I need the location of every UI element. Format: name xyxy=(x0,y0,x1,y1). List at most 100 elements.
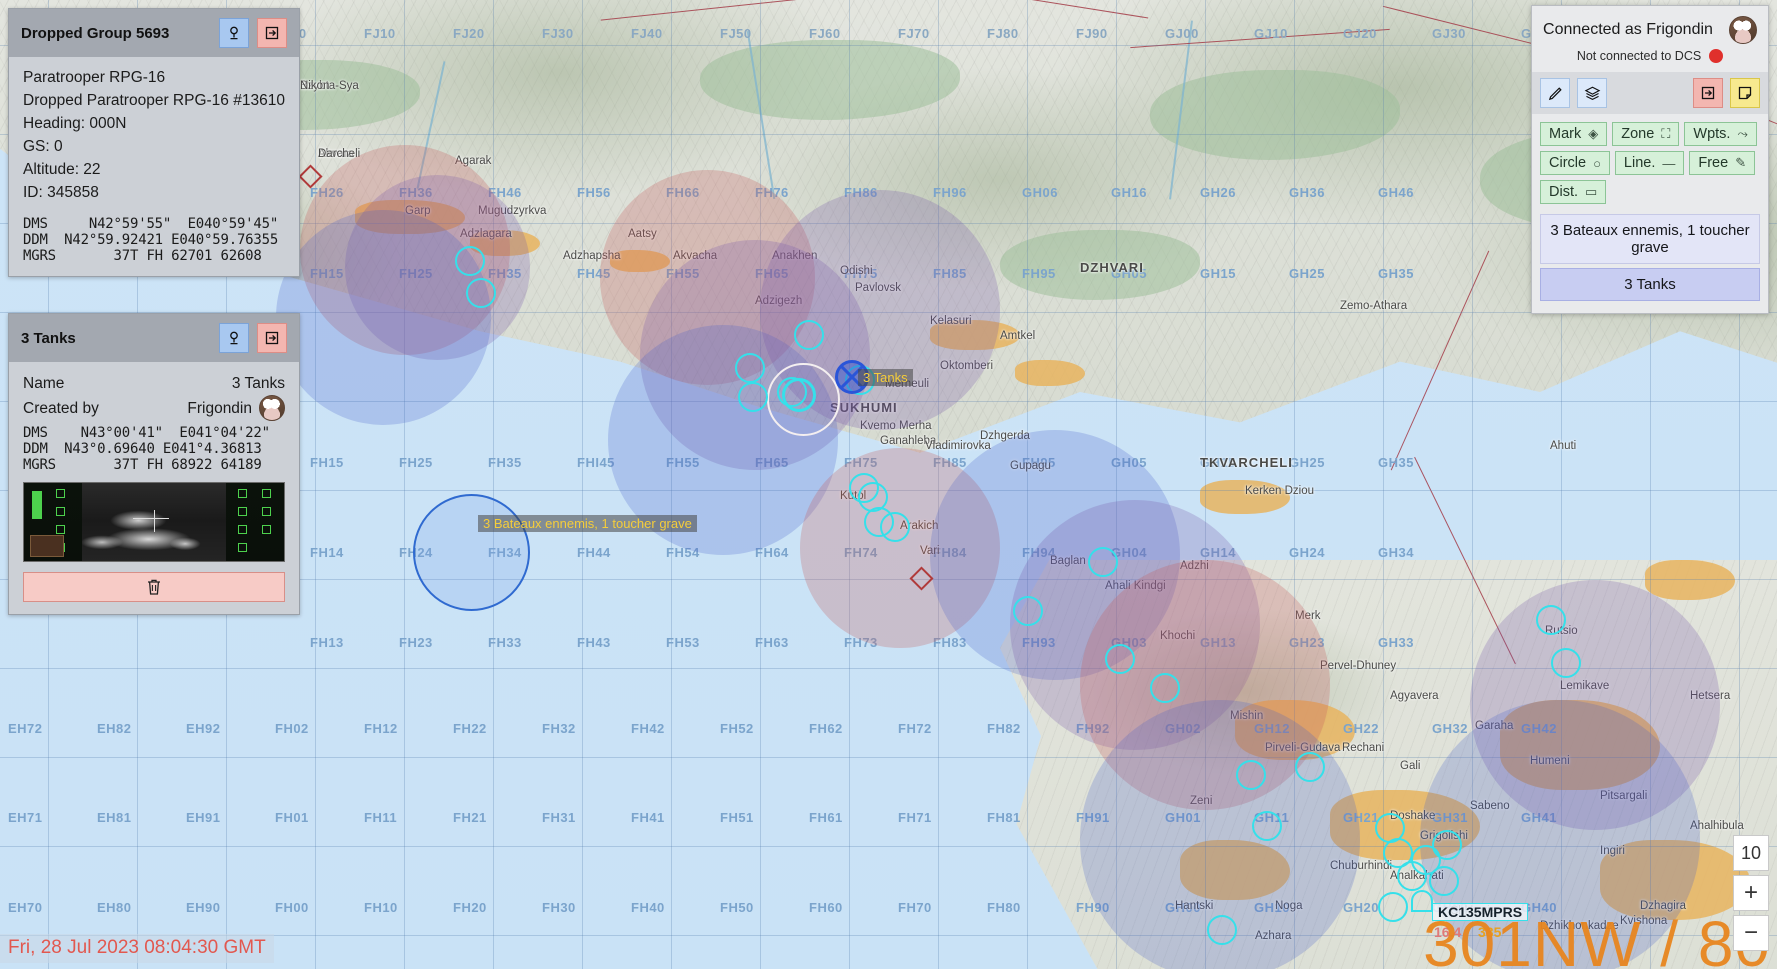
unit-marker[interactable] xyxy=(1252,811,1282,841)
tanks-creator-value: Frigondin xyxy=(187,399,252,417)
grid-square-label: FH11 xyxy=(364,810,398,825)
unit-marker[interactable] xyxy=(1378,892,1408,922)
unit-marker[interactable] xyxy=(1429,866,1459,896)
coordinate-value: 37T FH 62701 62608 xyxy=(55,247,262,264)
grid-square-label: FH50 xyxy=(720,900,754,915)
exit-arrow-icon xyxy=(1701,86,1715,100)
grid-square-label: EH72 xyxy=(8,721,43,736)
delete-button[interactable] xyxy=(23,572,285,603)
logout-button[interactable] xyxy=(1693,78,1723,108)
unit-marker[interactable] xyxy=(1105,644,1135,674)
tool-label: Zone xyxy=(1621,126,1655,142)
grid-square-label: EH91 xyxy=(186,810,221,825)
tool-distance[interactable]: Dist. ▭ xyxy=(1540,180,1607,204)
detail-line: ID: 345858 xyxy=(23,183,99,201)
grid-square-label: FH02 xyxy=(275,721,309,736)
grid-square-label: FH56 xyxy=(577,185,611,200)
exit-arrow-icon xyxy=(265,26,279,40)
zoom-in-button[interactable]: + xyxy=(1733,875,1769,911)
grid-square-label: FH12 xyxy=(364,721,398,736)
unit-marker[interactable] xyxy=(794,320,824,350)
unit-marker[interactable] xyxy=(455,246,485,276)
drawn-circle[interactable] xyxy=(413,494,530,611)
list-item[interactable]: 3 Tanks xyxy=(1540,268,1760,301)
map-annotation-label[interactable]: 3 Tanks xyxy=(858,369,913,386)
grid-square-label: FJ70 xyxy=(898,26,930,41)
unit-marker[interactable] xyxy=(880,512,910,542)
grid-square-label: FH70 xyxy=(898,900,932,915)
grid-square-label: GH35 xyxy=(1378,266,1414,281)
unit-marker[interactable] xyxy=(1088,547,1118,577)
panel-title: 3 Tanks xyxy=(21,329,76,347)
pin-to-map-button[interactable] xyxy=(219,323,249,353)
mfd-gauge-bar xyxy=(32,491,42,520)
tool-waypoints[interactable]: Wpts. ⤳ xyxy=(1684,122,1757,146)
list-item[interactable]: 3 Bateaux ennemis, 1 toucher grave xyxy=(1540,214,1760,264)
grid-square-label: FH00 xyxy=(275,900,309,915)
mfd-left-bezel xyxy=(24,483,82,562)
grid-square-label: FH41 xyxy=(631,810,665,825)
grid-square-label: GJ10 xyxy=(1254,26,1288,41)
zoom-out-button[interactable]: − xyxy=(1733,915,1769,951)
detail-line: Altitude: 22 xyxy=(23,160,101,178)
grid-square-label: FJ60 xyxy=(809,26,841,41)
grid-square-label: GH16 xyxy=(1111,185,1147,200)
grid-square-label: FH40 xyxy=(631,900,665,915)
unit-marker[interactable] xyxy=(466,278,496,308)
close-panel-button[interactable] xyxy=(257,18,287,48)
tool-zone[interactable]: Zone ⛶ xyxy=(1612,122,1680,146)
unit-marker[interactable] xyxy=(1432,830,1462,860)
place-name: Agyavera xyxy=(1390,690,1439,702)
pin-to-map-button[interactable] xyxy=(219,18,249,48)
grid-square-label: FH44 xyxy=(577,545,611,560)
tool-line[interactable]: Line. — xyxy=(1614,151,1685,175)
grid-square-label: GH25 xyxy=(1289,455,1325,470)
unit-marker[interactable] xyxy=(1207,915,1237,945)
grid-square-label: FH20 xyxy=(453,900,487,915)
connected-as-row: Connected as Frigondin xyxy=(1532,6,1768,46)
grid-square-label: FH62 xyxy=(809,721,843,736)
grid-square-label: FH43 xyxy=(577,635,611,650)
coordinate-value: N42°59'55" E040°59'45" xyxy=(55,215,279,232)
grid-square-label: FH71 xyxy=(898,810,932,825)
unit-marker[interactable] xyxy=(1236,760,1266,790)
tool-mark[interactable]: Mark ◈ xyxy=(1540,122,1608,146)
notes-button[interactable] xyxy=(1730,78,1760,108)
grid-square-label: GH20 xyxy=(1343,900,1379,915)
grid-square-label: FH61 xyxy=(809,810,843,825)
grid-square-label: GJ30 xyxy=(1432,26,1466,41)
tool-circle[interactable]: Circle ○ xyxy=(1540,151,1610,175)
coordinate-row: DDM N42°59.92421 E040°59.76355 xyxy=(23,232,285,248)
grid-square-label: FH96 xyxy=(933,185,967,200)
trash-icon xyxy=(148,580,160,595)
layers-icon xyxy=(1584,86,1600,100)
zoom-level-display: 10 xyxy=(1733,835,1769,871)
layers-button[interactable] xyxy=(1577,78,1607,108)
close-panel-button[interactable] xyxy=(257,323,287,353)
tanks-coordinates: DMS N43°00'41" E041°04'22" DDM N43°0.6964… xyxy=(23,425,285,473)
tanks-creator-row: Created by Frigondin xyxy=(23,395,285,422)
unit-marker-selected[interactable] xyxy=(782,378,816,412)
coordinate-value: 37T FH 68922 64189 xyxy=(55,457,262,474)
unit-marker[interactable] xyxy=(1013,596,1043,626)
avatar[interactable] xyxy=(1728,16,1757,44)
draw-tool-button[interactable] xyxy=(1540,78,1570,108)
tanks-name-key: Name xyxy=(23,375,65,392)
grid-square-label: FJ90 xyxy=(1076,26,1108,41)
tool-freehand[interactable]: Free ✎ xyxy=(1689,151,1756,175)
place-name: Gali xyxy=(1400,760,1421,772)
target-pod-thumbnail[interactable] xyxy=(23,482,285,563)
unit-marker[interactable] xyxy=(1536,605,1566,635)
unit-marker[interactable] xyxy=(1295,752,1325,782)
unit-marker[interactable] xyxy=(735,353,765,383)
grid-square-label: GH35 xyxy=(1378,455,1414,470)
detail-line: Heading: 000N xyxy=(23,114,127,132)
grid-square-label: GJ20 xyxy=(1343,26,1377,41)
unit-marker[interactable] xyxy=(1551,648,1581,678)
unit-marker[interactable] xyxy=(738,382,768,412)
unit-marker[interactable] xyxy=(1150,673,1180,703)
detail-line: Dropped Paratrooper RPG-16 #13610 xyxy=(23,91,285,109)
grid-square-label: GH34 xyxy=(1378,545,1414,560)
map-annotation-label[interactable]: 3 Bateaux ennemis, 1 toucher grave xyxy=(478,515,697,532)
threat-ring xyxy=(276,210,491,425)
